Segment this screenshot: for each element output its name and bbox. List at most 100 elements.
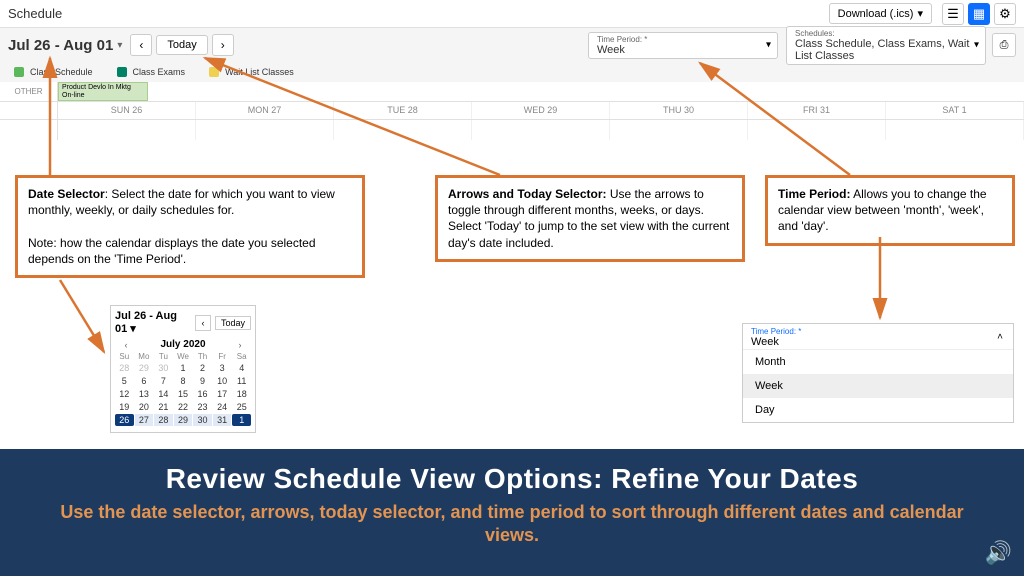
top-bar: Schedule Download (.ics) ▾ ☰ ▦ ⚙ [0, 0, 1024, 28]
day-header: SAT 1 [886, 102, 1024, 119]
legend-item: Class Schedule [14, 67, 93, 77]
day-header: WED 29 [472, 102, 610, 119]
chevron-down-icon: ▾ [766, 40, 771, 51]
mini-day[interactable]: 17 [213, 388, 232, 400]
calendar-other-row: OTHER Product Devlo In Mktg On-line [0, 82, 1024, 102]
tp-option-month[interactable]: Month [743, 350, 1013, 374]
mini-day[interactable]: 1 [232, 414, 251, 426]
legend-row: Class Schedule Class Exams Wait List Cla… [0, 62, 1024, 82]
mini-day[interactable]: 6 [135, 375, 154, 387]
mini-day[interactable]: 2 [193, 362, 212, 374]
mini-day[interactable]: 9 [193, 375, 212, 387]
mini-day[interactable]: 15 [174, 388, 193, 400]
swatch-icon [117, 67, 127, 77]
calendar-view-button[interactable]: ▦ [968, 3, 990, 25]
mini-day[interactable]: 8 [174, 375, 193, 387]
mini-day[interactable]: 30 [193, 414, 212, 426]
mini-day[interactable]: 1 [174, 362, 193, 374]
list-icon: ☰ [947, 6, 959, 22]
tp-header[interactable]: Time Period: * Week ˄ [743, 324, 1013, 350]
mini-day[interactable]: 3 [213, 362, 232, 374]
callout-time-period: Time Period: Allows you to change the ca… [765, 175, 1015, 246]
footer-banner: Review Schedule View Options: Refine You… [0, 449, 1024, 576]
mini-day[interactable]: 13 [135, 388, 154, 400]
mini-prev-button[interactable]: ‹ [195, 315, 211, 331]
page-title: Schedule [8, 6, 829, 21]
calendar-body [0, 120, 1024, 140]
mini-dow: Tu [154, 352, 173, 361]
legend-item: Class Exams [117, 67, 186, 77]
month-next-button[interactable]: › [233, 340, 247, 350]
mini-day[interactable]: 7 [154, 375, 173, 387]
mini-day[interactable]: 20 [135, 401, 154, 413]
day-header: MON 27 [196, 102, 334, 119]
mini-day[interactable]: 4 [232, 362, 251, 374]
mini-day[interactable]: 19 [115, 401, 134, 413]
chevron-up-icon: ˄ [997, 331, 1003, 342]
tp-option-day[interactable]: Day [743, 398, 1013, 422]
chevron-down-icon: ▾ [974, 40, 979, 51]
gear-icon: ⚙ [999, 6, 1011, 22]
mini-day[interactable]: 31 [213, 414, 232, 426]
event-block[interactable]: Product Devlo In Mktg On-line [58, 82, 148, 101]
month-prev-button[interactable]: ‹ [119, 340, 133, 350]
mini-day[interactable]: 5 [115, 375, 134, 387]
time-period-popout: Time Period: * Week ˄ Month Week Day [742, 323, 1014, 423]
mini-dow: Th [193, 352, 212, 361]
tp-option-week[interactable]: Week [743, 374, 1013, 398]
mini-day[interactable]: 18 [232, 388, 251, 400]
date-row: Jul 26 - Aug 01 ▾ ‹ Today › Time Period:… [0, 28, 1024, 62]
mini-day[interactable]: 25 [232, 401, 251, 413]
mini-grid: SuMoTuWeThFrSa28293012345678910111213141… [115, 352, 251, 426]
mini-day[interactable]: 11 [232, 375, 251, 387]
date-range-label[interactable]: Jul 26 - Aug 01 [8, 37, 113, 54]
mini-day[interactable]: 22 [174, 401, 193, 413]
prev-button[interactable]: ‹ [130, 34, 152, 56]
mini-month-label: July 2020 [160, 339, 205, 350]
mini-dow: Sa [232, 352, 251, 361]
mini-day[interactable]: 27 [135, 414, 154, 426]
swatch-icon [14, 67, 24, 77]
mini-dow: Fr [213, 352, 232, 361]
time-period-dropdown[interactable]: Time Period: * Week ▾ [588, 32, 778, 59]
mini-day[interactable]: 10 [213, 375, 232, 387]
mini-day[interactable]: 29 [135, 362, 154, 374]
settings-button[interactable]: ⚙ [994, 3, 1016, 25]
calendar-header: SUN 26 MON 27 TUE 28 WED 29 THU 30 FRI 3… [0, 102, 1024, 120]
mini-day[interactable]: 12 [115, 388, 134, 400]
mini-day[interactable]: 14 [154, 388, 173, 400]
mini-range[interactable]: Jul 26 - Aug 01 ▾ [115, 310, 191, 335]
mini-calendar: Jul 26 - Aug 01 ▾ ‹ Today ‹ July 2020 › … [110, 305, 256, 433]
mini-dow: Su [115, 352, 134, 361]
mini-day[interactable]: 28 [115, 362, 134, 374]
mini-day[interactable]: 30 [154, 362, 173, 374]
mini-today-button[interactable]: Today [215, 316, 251, 330]
mini-dow: We [174, 352, 193, 361]
mini-day[interactable]: 16 [193, 388, 212, 400]
print-button[interactable]: ⎙ [992, 33, 1016, 57]
other-label: OTHER [0, 82, 58, 101]
mini-day[interactable]: 26 [115, 414, 134, 426]
banner-subtitle: Use the date selector, arrows, today sel… [40, 501, 984, 548]
calendar-icon: ▦ [973, 6, 985, 22]
mini-dow: Mo [135, 352, 154, 361]
callout-arrows-today: Arrows and Today Selector: Use the arrow… [435, 175, 745, 262]
day-header: THU 30 [610, 102, 748, 119]
callout-date-selector: Date Selector: Select the date for which… [15, 175, 365, 278]
list-view-button[interactable]: ☰ [942, 3, 964, 25]
mini-day[interactable]: 24 [213, 401, 232, 413]
mini-day[interactable]: 23 [193, 401, 212, 413]
chevron-down-icon: ▾ [917, 7, 923, 20]
day-header: FRI 31 [748, 102, 886, 119]
swatch-icon [209, 67, 219, 77]
today-button[interactable]: Today [156, 35, 207, 55]
chevron-down-icon[interactable]: ▾ [117, 40, 122, 51]
schedules-dropdown[interactable]: Schedules: Class Schedule, Class Exams, … [786, 26, 986, 65]
mini-day[interactable]: 29 [174, 414, 193, 426]
day-header: TUE 28 [334, 102, 472, 119]
next-button[interactable]: › [212, 34, 234, 56]
printer-icon: ⎙ [1000, 39, 1009, 52]
mini-day[interactable]: 28 [154, 414, 173, 426]
mini-day[interactable]: 21 [154, 401, 173, 413]
download-button[interactable]: Download (.ics) ▾ [829, 3, 932, 24]
